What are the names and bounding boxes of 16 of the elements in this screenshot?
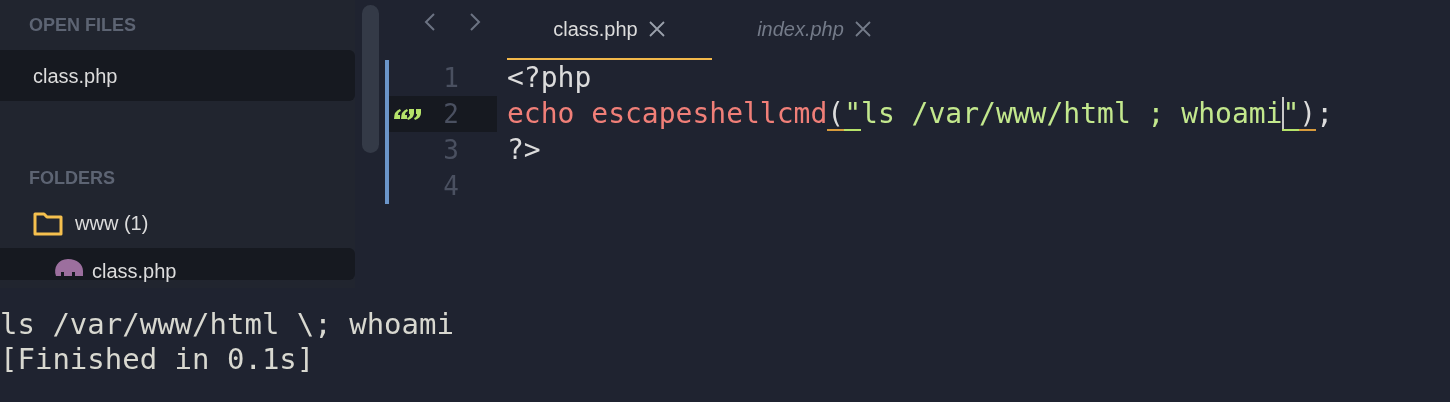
section-heading: OPEN FILES <box>28 14 137 37</box>
code-line: echo escapeshellcmd("ls /var/www/html ; whoami"); <box>507 96 1334 133</box>
close-icon[interactable] <box>853 20 872 38</box>
folder-tree-item[interactable]: class.php <box>0 248 355 280</box>
editor-tab[interactable]: index.php <box>712 0 917 60</box>
code-line: <?php <box>507 60 592 96</box>
close-icon[interactable] <box>647 20 666 38</box>
output-line: ls /var/www/html \; whoami <box>0 307 455 342</box>
folder-tree-item[interactable]: www (1) <box>0 197 355 248</box>
section-heading: FOLDERS <box>28 167 116 190</box>
open-file-item[interactable]: class.php <box>0 50 355 101</box>
output-line: [Finished in 0.1s] <box>0 342 316 377</box>
line-number: 2 <box>443 97 459 131</box>
scrollbar-thumb[interactable] <box>362 5 379 153</box>
editor-tab[interactable]: class.php <box>507 0 712 60</box>
code-line: ?> <box>507 132 541 168</box>
